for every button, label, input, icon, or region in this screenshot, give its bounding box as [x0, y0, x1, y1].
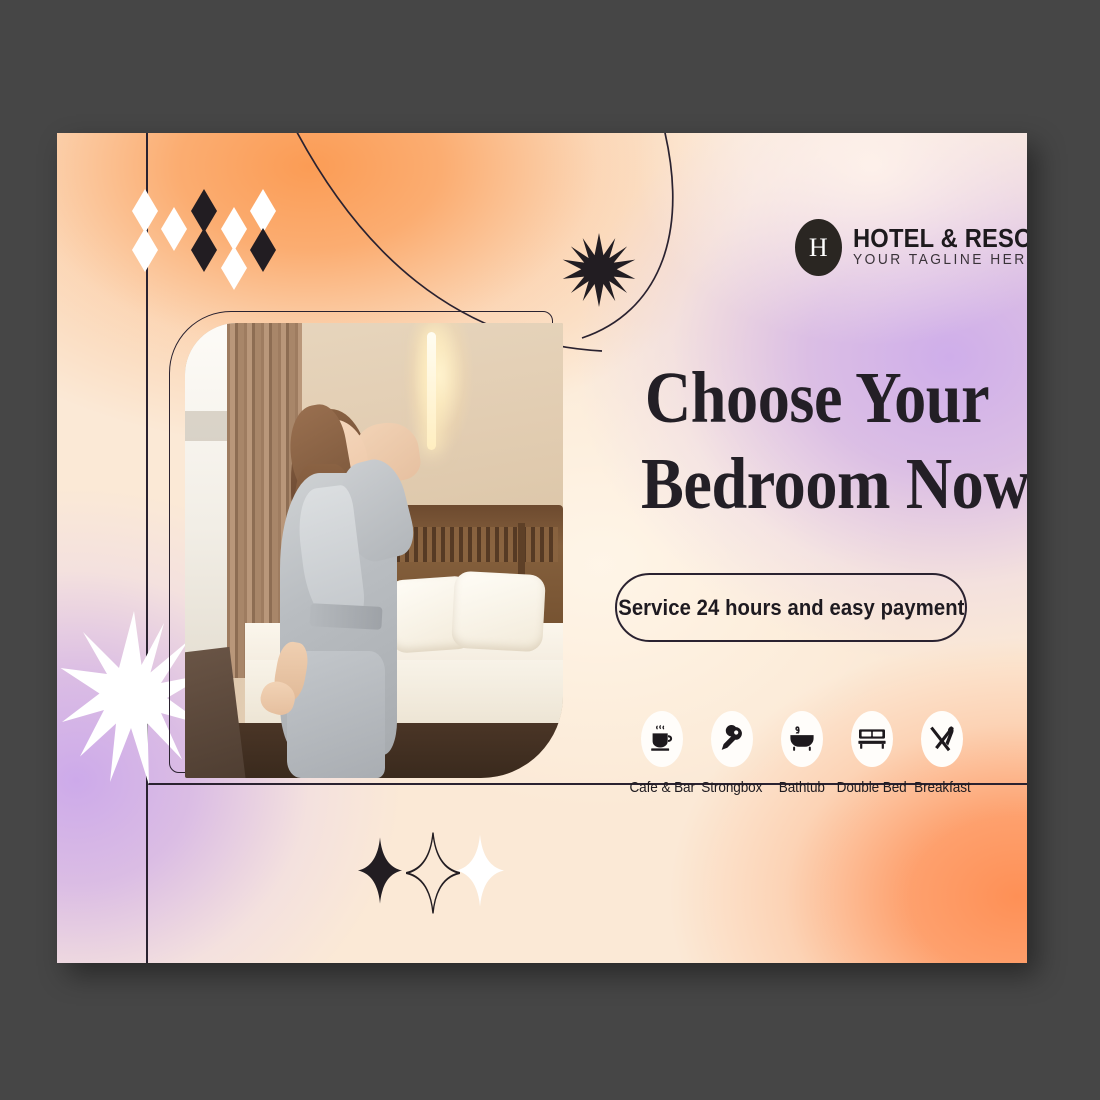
brand-logo[interactable]: H HOTEL & RESORT YOUR TAGLINE HERE: [795, 219, 1027, 276]
hotel-promo-poster: H HOTEL & RESORT YOUR TAGLINE HERE Choos…: [57, 133, 1027, 963]
diamond-white: [132, 189, 158, 233]
photo-pillow-right: [451, 570, 547, 653]
bathtub-icon: [781, 711, 823, 767]
headline-line-2: Bedroom Now!: [641, 443, 1027, 525]
diamond-shape: [221, 246, 247, 290]
coffee-cup-icon: [641, 711, 683, 767]
sparkle-solid-white-icon: [455, 833, 505, 908]
service-cta-pill[interactable]: Service 24 hours and easy payment: [615, 573, 967, 642]
amenity-item-double-bed[interactable]: Double Bed: [837, 711, 907, 796]
diamond-white: [132, 228, 158, 272]
logo-text-block: HOTEL & RESORT YOUR TAGLINE HERE: [853, 224, 1027, 270]
starburst-dark-icon: [562, 233, 636, 307]
diamond-shape: [191, 228, 217, 272]
diamond-shape: [221, 207, 247, 251]
amenity-item-strongbox[interactable]: Strongbox: [697, 711, 767, 796]
diamond-black: [191, 189, 217, 233]
service-cta-label: Service 24 hours and easy payment: [617, 594, 965, 620]
diamond-black: [191, 228, 217, 272]
headline: Choose Your Bedroom Now!: [641, 355, 1027, 527]
hotel-room-photo: [185, 323, 563, 778]
diamond-shape: [132, 189, 158, 233]
diamond-white: [250, 189, 276, 233]
amenity-label: Double Bed: [836, 780, 908, 796]
diamond-white: [221, 207, 247, 251]
bed-icon: [851, 711, 893, 767]
diamond-white: [221, 246, 247, 290]
amenity-label: Strongbox: [701, 780, 763, 796]
key-icon: [711, 711, 753, 767]
sparkle-solid-dark-icon: [357, 836, 403, 905]
diamond-shape: [250, 228, 276, 272]
amenity-item-breakfast[interactable]: Breakfast: [907, 711, 977, 796]
sparkle-outline-icon: [405, 831, 461, 915]
brand-name: HOTEL & RESORT: [853, 224, 1027, 253]
diamond-shape: [250, 189, 276, 233]
cutlery-icon: [921, 711, 963, 767]
screenshot-canvas: H HOTEL & RESORT YOUR TAGLINE HERE Choos…: [0, 0, 1100, 1100]
diamond-shape: [132, 228, 158, 272]
diamond-white: [161, 207, 187, 251]
diamond-black: [250, 228, 276, 272]
photo-wall-lamp: [426, 332, 436, 451]
logo-monogram-letter: H: [808, 232, 829, 262]
diamond-shape: [191, 189, 217, 233]
brand-tagline: YOUR TAGLINE HERE: [853, 252, 1027, 269]
amenity-label: Bathtub: [778, 780, 826, 796]
diamond-shape: [161, 207, 187, 251]
amenities-list: Cafe & Bar Strongbox Bathtub Double Bed Brea…: [627, 711, 977, 796]
amenity-label: Breakfast: [913, 780, 971, 796]
amenity-label: Cafe & Bar: [629, 780, 695, 796]
headline-line-1: Choose Your: [644, 357, 990, 438]
amenity-item-bathtub[interactable]: Bathtub: [767, 711, 837, 796]
photo-woman-robe-belt: [309, 603, 383, 630]
amenity-item-cafe-bar[interactable]: Cafe & Bar: [627, 711, 697, 796]
logo-monogram-icon: H: [795, 219, 842, 276]
